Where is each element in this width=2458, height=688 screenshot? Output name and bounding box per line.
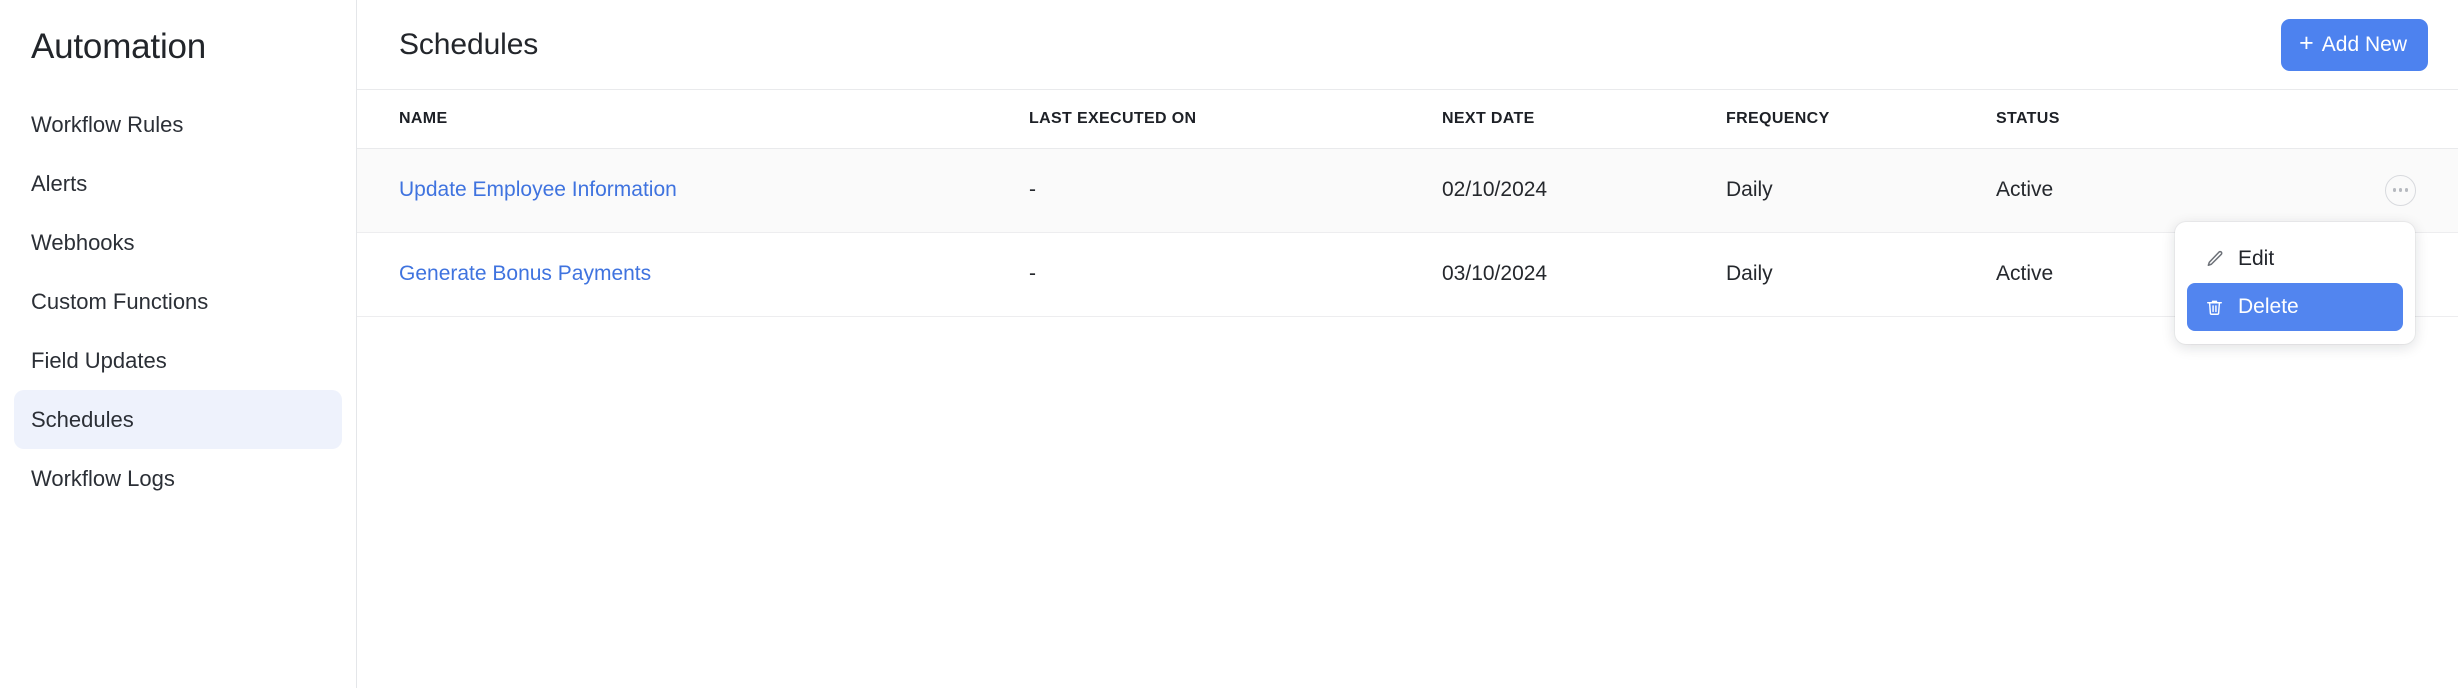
schedule-name-link[interactable]: Update Employee Information (399, 178, 677, 201)
dropdown-item-edit[interactable]: Edit (2187, 235, 2403, 283)
add-new-button-label: Add New (2321, 32, 2407, 56)
dropdown-item-label: Edit (2238, 247, 2275, 270)
sidebar-item-label: Schedules (31, 406, 134, 432)
schedules-table: NAME LAST EXECUTED ON NEXT DATE FREQUENC… (357, 90, 2458, 317)
sidebar-item-schedules[interactable]: Schedules (14, 390, 342, 449)
cell-name: Update Employee Information (357, 148, 1029, 233)
column-header-last-executed-on[interactable]: LAST EXECUTED ON (1029, 90, 1442, 149)
pencil-icon (2204, 249, 2225, 270)
sidebar-item-webhooks[interactable]: Webhooks (14, 213, 342, 272)
dropdown-item-delete[interactable]: Delete (2187, 283, 2403, 331)
column-header-actions (2351, 90, 2458, 149)
sidebar-item-label: Field Updates (31, 347, 167, 373)
add-new-button[interactable]: + Add New (2281, 18, 2428, 71)
table-head: NAME LAST EXECUTED ON NEXT DATE FREQUENC… (357, 90, 2458, 149)
table-header-row: NAME LAST EXECUTED ON NEXT DATE FREQUENC… (357, 90, 2458, 149)
column-header-frequency[interactable]: FREQUENCY (1726, 90, 1996, 149)
plus-icon: + (2299, 29, 2314, 57)
table-row[interactable]: Generate Bonus Payments - 03/10/2024 Dai… (357, 232, 2458, 317)
column-header-name[interactable]: NAME (357, 90, 1029, 149)
trash-icon (2204, 297, 2225, 318)
cell-status: Active (1996, 148, 2351, 233)
sidebar-item-label: Workflow Rules (31, 111, 184, 137)
sidebar-title: Automation (31, 27, 207, 66)
sidebar-item-label: Alerts (31, 170, 88, 196)
cell-last-executed-on: - (1029, 232, 1442, 317)
cell-actions (2351, 148, 2458, 233)
sidebar-item-label: Webhooks (31, 229, 135, 255)
table-body: Update Employee Information - 02/10/2024… (357, 148, 2458, 317)
column-header-next-date[interactable]: NEXT DATE (1442, 90, 1726, 149)
schedule-name-link[interactable]: Generate Bonus Payments (399, 262, 651, 285)
cell-frequency: Daily (1726, 232, 1996, 317)
main-content: Schedules + Add New NAME LAST EXECUTED O… (357, 0, 2458, 688)
sidebar-nav: Workflow Rules Alerts Webhooks Custom Fu… (0, 95, 356, 508)
last-executed-value: - (1029, 262, 1036, 285)
app-window: Automation Workflow Rules Alerts Webhook… (0, 0, 2458, 688)
table-row[interactable]: Update Employee Information - 02/10/2024… (357, 148, 2458, 233)
column-header-status[interactable]: STATUS (1996, 90, 2351, 149)
sidebar-item-workflow-logs[interactable]: Workflow Logs (14, 449, 342, 508)
sidebar-item-label: Workflow Logs (31, 465, 175, 491)
cell-last-executed-on: - (1029, 148, 1442, 233)
ellipsis-icon[interactable] (2385, 174, 2416, 206)
dot (2404, 188, 2408, 192)
last-executed-value: - (1029, 178, 1036, 201)
sidebar-item-custom-functions[interactable]: Custom Functions (14, 272, 342, 331)
dropdown-item-label: Delete (2238, 295, 2299, 318)
sidebar-item-field-updates[interactable]: Field Updates (14, 331, 342, 390)
cell-frequency: Daily (1726, 148, 1996, 233)
page-title: Schedules (399, 27, 539, 61)
dot (2398, 188, 2403, 192)
cell-name: Generate Bonus Payments (357, 232, 1029, 317)
page-header: Schedules + Add New (357, 0, 2458, 90)
cell-next-date: 02/10/2024 (1442, 148, 1726, 233)
dot (2393, 188, 2397, 192)
sidebar-item-workflow-rules[interactable]: Workflow Rules (14, 95, 342, 154)
row-actions-dropdown: Edit Delete (2175, 222, 2415, 344)
sidebar-item-alerts[interactable]: Alerts (14, 154, 342, 213)
sidebar-item-label: Custom Functions (31, 288, 209, 314)
sidebar: Automation Workflow Rules Alerts Webhook… (0, 0, 357, 688)
cell-next-date: 03/10/2024 (1442, 232, 1726, 317)
